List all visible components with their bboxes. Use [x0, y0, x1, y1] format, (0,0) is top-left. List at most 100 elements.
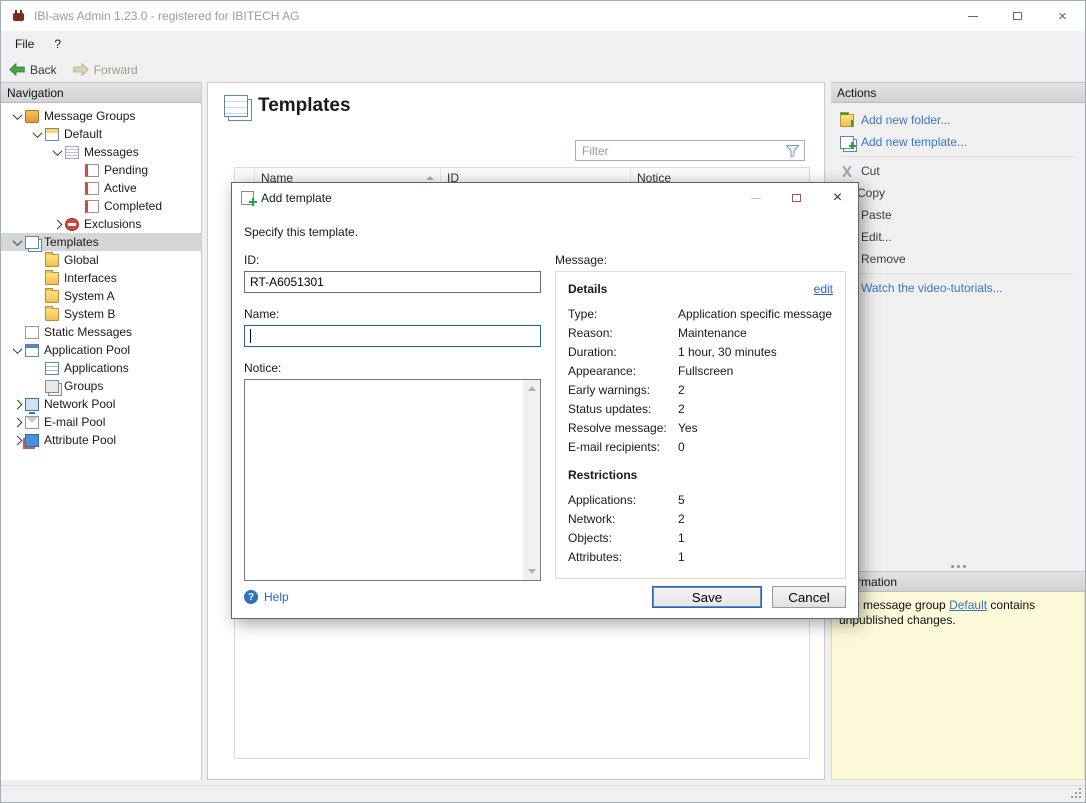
tree-item-completed[interactable]: Completed [1, 197, 201, 215]
maximize-button[interactable] [995, 1, 1040, 31]
chevron-down-icon[interactable] [29, 126, 45, 142]
navigation-header: Navigation [1, 82, 201, 103]
detail-label: Applications: [568, 492, 637, 507]
tree-item-static-messages[interactable]: Static Messages [1, 323, 201, 341]
id-field[interactable] [244, 271, 541, 293]
tree-item-exclusions[interactable]: Exclusions [1, 215, 201, 233]
tree-item-applications[interactable]: Applications [1, 359, 201, 377]
detail-value: 1 hour, 30 minutes [678, 344, 777, 359]
filter-input[interactable] [576, 143, 785, 158]
chevron-down-icon[interactable] [9, 342, 25, 358]
edit-action[interactable]: Edit... [831, 226, 1085, 248]
notice-scrollbar[interactable] [523, 380, 540, 580]
tree-item-network-pool[interactable]: Network Pool [1, 395, 201, 414]
panel-splitter[interactable] [831, 561, 1085, 571]
detail-value: Fullscreen [678, 363, 734, 378]
cut-action[interactable]: Cut [831, 160, 1085, 182]
menu-file[interactable]: File [5, 32, 44, 56]
tree-item-message-groups[interactable]: Message Groups [1, 107, 201, 125]
action-label: Watch the video-tutorials... [861, 281, 1003, 295]
menu-help[interactable]: ? [44, 32, 71, 56]
save-button[interactable]: Save [652, 586, 762, 608]
detail-value: 2 [678, 401, 685, 416]
actions-separator [841, 156, 1075, 157]
chevron-down-icon[interactable] [49, 144, 65, 160]
tree-item-active[interactable]: Active [1, 179, 201, 197]
video-tutorials-link[interactable]: Watch the video-tutorials... [831, 277, 1085, 299]
detail-row: Appearance: Fullscreen [568, 361, 833, 380]
chevron-right-icon[interactable] [9, 396, 25, 412]
default-group-link[interactable]: Default [949, 598, 987, 612]
maximize-icon [1013, 12, 1022, 20]
detail-label: Type: [568, 306, 598, 321]
detail-value: 1 [678, 549, 685, 564]
add-template-icon [840, 135, 856, 149]
folder-icon [45, 287, 59, 303]
name-field-wrap [244, 325, 541, 347]
chevron-right-icon[interactable] [9, 432, 25, 448]
dialog-close-button[interactable]: × [817, 183, 858, 213]
detail-row: Reason: Maintenance [568, 323, 833, 342]
detail-label: Appearance: [568, 363, 637, 378]
chevron-down-icon[interactable] [9, 108, 25, 124]
paste-action[interactable]: Paste [831, 204, 1085, 226]
tree-item-default[interactable]: Default [1, 125, 201, 143]
close-button[interactable]: × [1040, 1, 1085, 31]
chevron-right-icon[interactable] [49, 216, 65, 232]
exclusions-icon [65, 217, 79, 231]
dialog-fields-column: ID: Name: Notice: [244, 253, 541, 581]
information-header: Information [831, 571, 1085, 592]
forward-arrow-icon [72, 63, 89, 76]
back-button[interactable]: Back [9, 63, 57, 77]
groups-icon [45, 379, 59, 393]
dialog-body: ID: Name: Notice: Message: [232, 253, 858, 581]
static-messages-icon [25, 325, 39, 339]
pending-message-icon [85, 163, 99, 177]
completed-message-icon [85, 199, 99, 213]
tree-item-groups[interactable]: Groups [1, 377, 201, 395]
dialog-maximize-button[interactable] [776, 183, 817, 213]
tree-item-system-b[interactable]: System B [1, 305, 201, 323]
tree-item-email-pool[interactable]: E-mail Pool [1, 413, 201, 431]
dialog-controls: × [735, 183, 858, 213]
help-link[interactable]: Help [244, 590, 289, 604]
resize-grip[interactable] [1079, 796, 1081, 798]
detail-label: Duration: [568, 344, 617, 359]
tree-item-application-pool[interactable]: Application Pool [1, 341, 201, 359]
tree-item-attribute-pool[interactable]: Attribute Pool [1, 431, 201, 449]
tree-item-system-a[interactable]: System A [1, 287, 201, 305]
scroll-down-icon[interactable] [527, 569, 536, 574]
add-new-folder-action[interactable]: Add new folder... [831, 109, 1085, 131]
add-new-template-action[interactable]: Add new template... [831, 131, 1085, 153]
tree-item-label: Default [64, 127, 103, 141]
network-pool-icon [25, 397, 39, 414]
copy-action[interactable]: Copy [831, 182, 1085, 204]
chevron-down-icon[interactable] [9, 234, 25, 250]
scroll-up-icon[interactable] [527, 386, 536, 391]
remove-action[interactable]: Remove [831, 248, 1085, 270]
tree-item-templates[interactable]: Templates [1, 233, 201, 251]
chevron-right-icon[interactable] [9, 414, 25, 430]
detail-row: Network: 2 [568, 509, 833, 528]
detail-row: E-mail recipients: 0 [568, 437, 833, 456]
tree-item-messages[interactable]: Messages [1, 143, 201, 161]
name-label: Name: [244, 307, 280, 321]
folder-icon [45, 305, 59, 321]
tree-item-label: Global [64, 253, 99, 267]
action-label: Add new folder... [861, 113, 951, 127]
dialog-footer: Help Save Cancel [244, 586, 846, 608]
tree-item-pending[interactable]: Pending [1, 161, 201, 179]
edit-message-link[interactable]: edit [814, 282, 833, 296]
name-field[interactable] [244, 325, 541, 347]
notice-field[interactable] [245, 380, 523, 580]
details-heading-row: Details edit [568, 282, 833, 296]
minimize-button[interactable] [950, 1, 995, 31]
applications-icon [45, 361, 59, 375]
cancel-button[interactable]: Cancel [772, 586, 846, 608]
tree-item-global[interactable]: Global [1, 251, 201, 269]
filter-funnel-icon[interactable] [785, 144, 800, 158]
detail-label: Resolve message: [568, 420, 667, 435]
tree-item-interfaces[interactable]: Interfaces [1, 269, 201, 287]
detail-value: Maintenance [678, 325, 747, 340]
